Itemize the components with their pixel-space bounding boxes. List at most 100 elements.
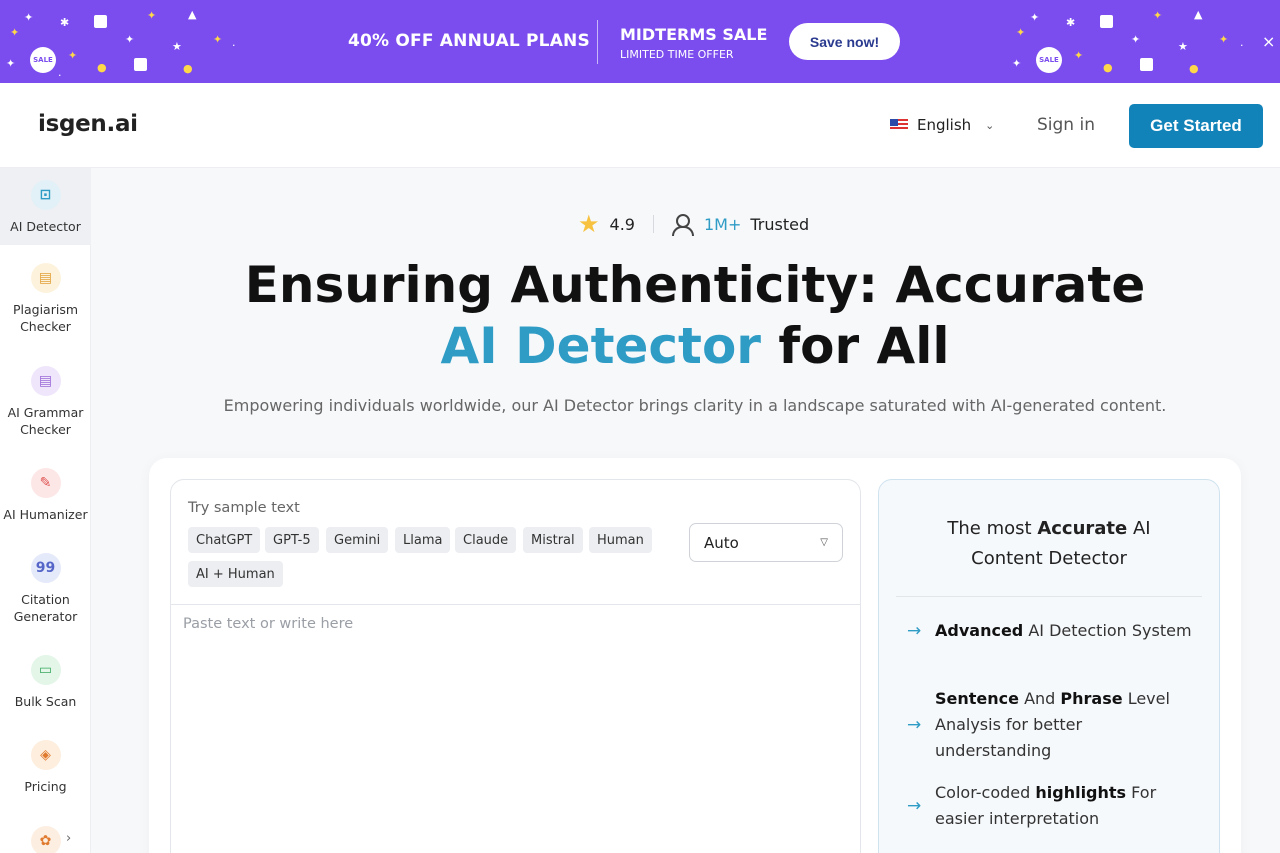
book-icon — [94, 15, 107, 28]
feature-rest: AI Detection System — [1023, 621, 1192, 640]
sample-chip-llama[interactable]: Llama — [395, 527, 451, 553]
sparkle-icon: ✦ — [1074, 49, 1084, 62]
editor-divider — [171, 604, 860, 605]
chevron-down-icon: ⌄ — [985, 118, 995, 132]
sale-badge-icon: SALE — [30, 47, 56, 73]
info-title-post: AI — [1127, 518, 1151, 539]
rating-bar: ★ 4.9 1M+ Trusted — [578, 210, 809, 238]
sidebar-item-ai-detector[interactable]: ⊡ AI Detector — [0, 168, 91, 245]
promo-sale-title: MIDTERMS SALE — [620, 25, 768, 44]
sparkle-icon: ✦ — [1153, 9, 1163, 22]
sidebar-item-more[interactable]: ✿ — [0, 826, 91, 853]
language-label: English — [917, 116, 972, 134]
book-icon — [1100, 15, 1113, 28]
mode-select-value: Auto — [704, 533, 739, 552]
sparkle-icon: · — [1240, 39, 1244, 52]
feature-text: Sentence And Phrase Level Analysis for b… — [935, 686, 1197, 764]
title-rest: for All — [778, 317, 950, 375]
text-input[interactable] — [183, 616, 848, 853]
promo-sale-subtitle: LIMITED TIME OFFER — [620, 48, 734, 61]
sample-chip-mistral[interactable]: Mistral — [523, 527, 583, 553]
feature-item: → Color-coded highlights For easier inte… — [907, 780, 1197, 832]
info-title-pre: The most — [947, 518, 1038, 539]
try-sample-label: Try sample text — [188, 500, 300, 516]
get-started-button[interactable]: Get Started — [1129, 104, 1263, 148]
feature-bold: Sentence — [935, 689, 1019, 708]
sparkle-icon: ● — [1103, 61, 1113, 74]
promo-divider — [597, 20, 598, 64]
info-title-line2: Content Detector — [971, 548, 1127, 569]
sparkle-icon: ✦ — [1219, 33, 1229, 46]
sidebar-item-label: AI Grammar Checker — [7, 405, 84, 437]
gift-icon — [1140, 58, 1153, 71]
sparkle-icon: ✦ — [1030, 11, 1040, 24]
sample-chip-human[interactable]: Human — [589, 527, 652, 553]
price-tag-icon: ◈ — [30, 740, 61, 770]
sample-chip-gemini[interactable]: Gemini — [326, 527, 389, 553]
feature-bold2: Phrase — [1060, 689, 1123, 708]
sidebar-item-ai-humanizer[interactable]: ✎ AI Humanizer — [0, 468, 91, 523]
sample-chip-gpt5[interactable]: GPT-5 — [265, 527, 319, 553]
star-icon: ★ — [578, 210, 600, 238]
title-accent: AI Detector — [440, 317, 761, 375]
info-divider — [896, 596, 1202, 597]
star-icon: ★ — [172, 40, 182, 53]
chevron-down-icon: ▽ — [820, 537, 828, 548]
language-selector[interactable]: English ⌄ — [890, 116, 994, 134]
logo[interactable]: isgen.ai — [38, 111, 138, 137]
sample-chip-claude[interactable]: Claude — [455, 527, 517, 553]
ai-detector-icon: ⊡ — [30, 180, 61, 210]
sample-chip-ai-human[interactable]: AI + Human — [188, 561, 283, 587]
trusted-label: Trusted — [750, 214, 810, 234]
sparkle-icon: ● — [183, 62, 193, 75]
sparkle-icon: ✦ — [1016, 26, 1026, 39]
save-now-button[interactable]: Save now! — [789, 23, 900, 60]
feature-text: Color-coded highlights For easier interp… — [935, 780, 1197, 832]
trusted-count: 1M+ — [703, 214, 742, 234]
sparkle-icon: ✦ — [1131, 33, 1141, 46]
sidebar-item-plagiarism-checker[interactable]: ▤ Plagiarism Checker — [0, 263, 91, 335]
promo-banner: ✦ ✦ ✱ ✦ ▲ ✦ ★ ✦ · SALE ✦ ● ● ✦ · 40% OFF… — [0, 0, 1280, 83]
humanizer-icon: ✎ — [30, 468, 61, 498]
sparkle-icon: ✦ — [24, 11, 34, 24]
feature-item: → Advanced AI Detection System — [907, 618, 1197, 644]
sample-chip-chatgpt[interactable]: ChatGPT — [188, 527, 261, 553]
sidebar-item-label: Citation Generator — [13, 592, 78, 624]
sparkle-icon: ✦ — [147, 9, 157, 22]
sparkle-icon: ✦ — [213, 33, 223, 46]
sidebar-item-label: AI Detector — [10, 219, 81, 234]
us-flag-icon — [890, 119, 908, 131]
promo-headline: 40% OFF ANNUAL PLANS — [348, 31, 590, 51]
star-icon: ✦ — [6, 57, 16, 70]
page-subtitle: Empowering individuals worldwide, our AI… — [223, 396, 1167, 415]
star-icon: ✱ — [60, 16, 70, 29]
rating-value: 4.9 — [609, 214, 635, 234]
sparkle-icon: · — [58, 69, 62, 82]
sidebar-item-citation-generator[interactable]: 99 Citation Generator — [0, 553, 91, 625]
sidebar-item-grammar-checker[interactable]: ▤ AI Grammar Checker — [0, 366, 91, 438]
chevron-right-icon[interactable]: › — [66, 831, 71, 846]
page-title-line1: Ensuring Authenticity: Accurate — [244, 256, 1146, 314]
cap-icon: ▲ — [1194, 8, 1203, 21]
feature-item: → Sentence And Phrase Level Analysis for… — [907, 686, 1197, 764]
info-title: The most Accurate AI Content Detector — [899, 514, 1199, 574]
sparkle-icon: ✦ — [68, 49, 78, 62]
sign-in-link[interactable]: Sign in — [1037, 115, 1095, 135]
divider — [652, 215, 654, 233]
citation-icon: 99 — [30, 553, 61, 583]
sidebar-item-label: AI Humanizer — [3, 507, 88, 522]
sidebar-item-pricing[interactable]: ◈ Pricing — [0, 740, 91, 795]
feature-bold: Advanced — [935, 621, 1024, 640]
sidebar-item-label: Pricing — [24, 779, 67, 794]
sparkle-icon: · — [232, 39, 236, 52]
arrow-right-icon: → — [907, 796, 922, 816]
info-panel: The most Accurate AI Content Detector → … — [878, 479, 1220, 853]
sparkle-icon: ● — [97, 61, 107, 74]
mode-select[interactable]: Auto ▽ — [689, 523, 843, 562]
close-icon[interactable]: × — [1262, 32, 1275, 51]
sidebar-item-bulk-scan[interactable]: ▭ Bulk Scan — [0, 655, 91, 710]
site-header: isgen.ai English ⌄ Sign in Get Started — [0, 83, 1280, 168]
star-icon: ✦ — [1012, 57, 1022, 70]
star-icon: ✱ — [1066, 16, 1076, 29]
sidebar: ⊡ AI Detector ▤ Plagiarism Checker ▤ AI … — [0, 168, 91, 853]
